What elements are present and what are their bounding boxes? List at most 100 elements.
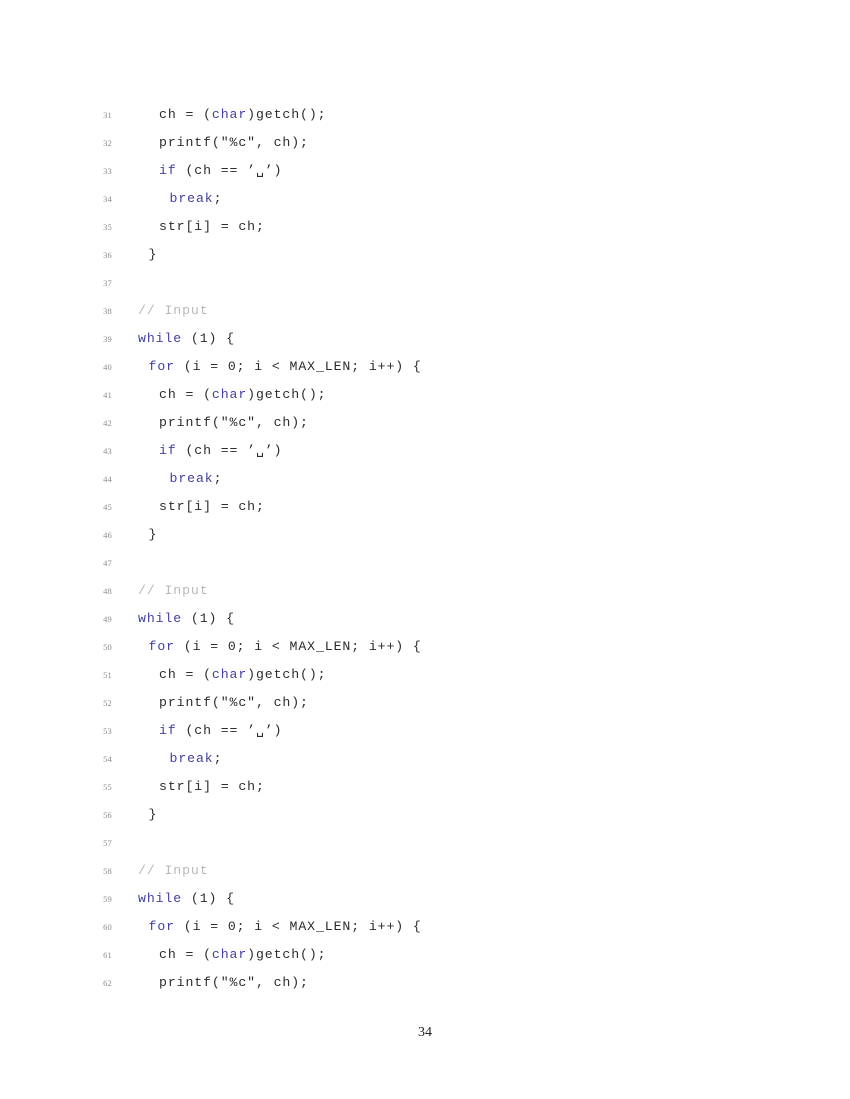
code-line: 48 // Input (0, 577, 850, 605)
code-token-kw: for (148, 919, 175, 934)
line-number: 60 (103, 922, 112, 932)
code-token-plain: ; (213, 191, 223, 206)
line-number: 55 (103, 782, 112, 792)
code-token-plain: ch = ( (159, 667, 212, 682)
code-line: 46} (0, 521, 850, 549)
line-number: 40 (103, 362, 112, 372)
code-token-plain: (ch == (176, 163, 248, 178)
code-line: 55 str[i] = ch; (0, 773, 850, 801)
code-line: 50 for (i = 0; i < MAX_LEN; i++) { (0, 633, 850, 661)
code-token-kw: if (159, 443, 177, 458)
document-page: 31 ch = (char)getch(); 32 printf("%c", ch);… (0, 0, 850, 1099)
code-token-kw: while (138, 891, 183, 906)
code-token-kw: char (211, 387, 248, 402)
code-line: 36} (0, 241, 850, 269)
code-text: // Input (138, 577, 209, 605)
code-line: 45 str[i] = ch; (0, 493, 850, 521)
code-token-plain: str[i] = ch; (159, 499, 265, 514)
code-token-kw: break (169, 191, 214, 206)
code-text: ch = (char)getch(); (159, 101, 326, 129)
line-number: 61 (103, 950, 112, 960)
code-token-kw: if (159, 163, 177, 178)
code-token-plain: (i = 0; i < MAX_LEN; i++) { (174, 919, 422, 934)
code-line: 60 for (i = 0; i < MAX_LEN; i++) { (0, 913, 850, 941)
code-token-plain: ch = ( (159, 387, 212, 402)
line-number: 35 (103, 222, 112, 232)
code-text: printf("%c", ch); (159, 409, 309, 437)
code-token-plain: } (148, 527, 158, 542)
line-number: 51 (103, 670, 112, 680)
line-number: 43 (103, 446, 112, 456)
line-number: 53 (103, 726, 112, 736)
code-text: } (149, 241, 158, 269)
code-line: 37 (0, 269, 850, 297)
code-token-plain: str[i] = ch; (159, 779, 265, 794)
code-line: 31 ch = (char)getch(); (0, 101, 850, 129)
line-number: 62 (103, 978, 112, 988)
code-line: 54 break; (0, 745, 850, 773)
code-line: 32 printf("%c", ch); (0, 129, 850, 157)
code-line: 61 ch = (char)getch(); (0, 941, 850, 969)
code-token-kw: break (169, 471, 214, 486)
code-text: break; (170, 745, 223, 773)
code-text: // Input (138, 297, 209, 325)
code-text: for (i = 0; i < MAX_LEN; i++) { (149, 913, 422, 941)
line-number: 34 (103, 194, 112, 204)
code-text: if (ch == ’␣’) (159, 437, 282, 465)
code-token-kw: break (169, 751, 214, 766)
line-number: 38 (103, 306, 112, 316)
code-line: 57 (0, 829, 850, 857)
code-line: 59 while (1) { (0, 885, 850, 913)
code-listing: 31 ch = (char)getch(); 32 printf("%c", ch);… (0, 101, 850, 997)
line-number: 50 (103, 642, 112, 652)
code-line: 39 while (1) { (0, 325, 850, 353)
code-line: 47 (0, 549, 850, 577)
code-token-cmt: // Input (138, 863, 209, 878)
code-text: // Input (138, 857, 209, 885)
code-token-plain: )getch(); (247, 667, 327, 682)
code-line: 58 // Input (0, 857, 850, 885)
code-text: str[i] = ch; (159, 773, 265, 801)
code-line: 38 // Input (0, 297, 850, 325)
code-token-kw: while (138, 331, 183, 346)
code-text: while (1) { (138, 885, 235, 913)
code-line: 34 break; (0, 185, 850, 213)
code-token-plain: (ch == (176, 723, 248, 738)
code-token-plain: ) (273, 723, 283, 738)
code-text: printf("%c", ch); (159, 689, 309, 717)
code-token-plain: printf("%c", ch); (159, 975, 309, 990)
code-token-plain: (1) { (182, 611, 235, 626)
code-text: while (1) { (138, 325, 235, 353)
line-number: 31 (103, 110, 112, 120)
code-line: 53 if (ch == ’␣’) (0, 717, 850, 745)
code-text: while (1) { (138, 605, 235, 633)
line-number: 54 (103, 754, 112, 764)
code-token-plain: ch = ( (159, 107, 212, 122)
code-text: ch = (char)getch(); (159, 941, 326, 969)
code-line: 51 ch = (char)getch(); (0, 661, 850, 689)
code-token-plain: )getch(); (247, 387, 327, 402)
line-number: 46 (103, 530, 112, 540)
line-number: 37 (103, 278, 112, 288)
code-line: 44 break; (0, 465, 850, 493)
line-number: 48 (103, 586, 112, 596)
code-token-plain: ; (213, 751, 223, 766)
code-token-plain: )getch(); (247, 107, 327, 122)
code-line: 40 for (i = 0; i < MAX_LEN; i++) { (0, 353, 850, 381)
code-text: str[i] = ch; (159, 493, 265, 521)
code-token-plain: ; (213, 471, 223, 486)
code-line: 52 printf("%c", ch); (0, 689, 850, 717)
code-token-cmt: // Input (138, 583, 209, 598)
code-token-plain: } (148, 807, 158, 822)
code-text: } (149, 521, 158, 549)
line-number: 36 (103, 250, 112, 260)
line-number: 44 (103, 474, 112, 484)
code-line: 43 if (ch == ’␣’) (0, 437, 850, 465)
code-token-plain: (ch == (176, 443, 248, 458)
line-number: 42 (103, 418, 112, 428)
line-number: 47 (103, 558, 112, 568)
code-token-kw: for (148, 359, 175, 374)
code-token-plain: printf("%c", ch); (159, 135, 309, 150)
code-token-cmt: // Input (138, 303, 209, 318)
code-token-plain: )getch(); (247, 947, 327, 962)
